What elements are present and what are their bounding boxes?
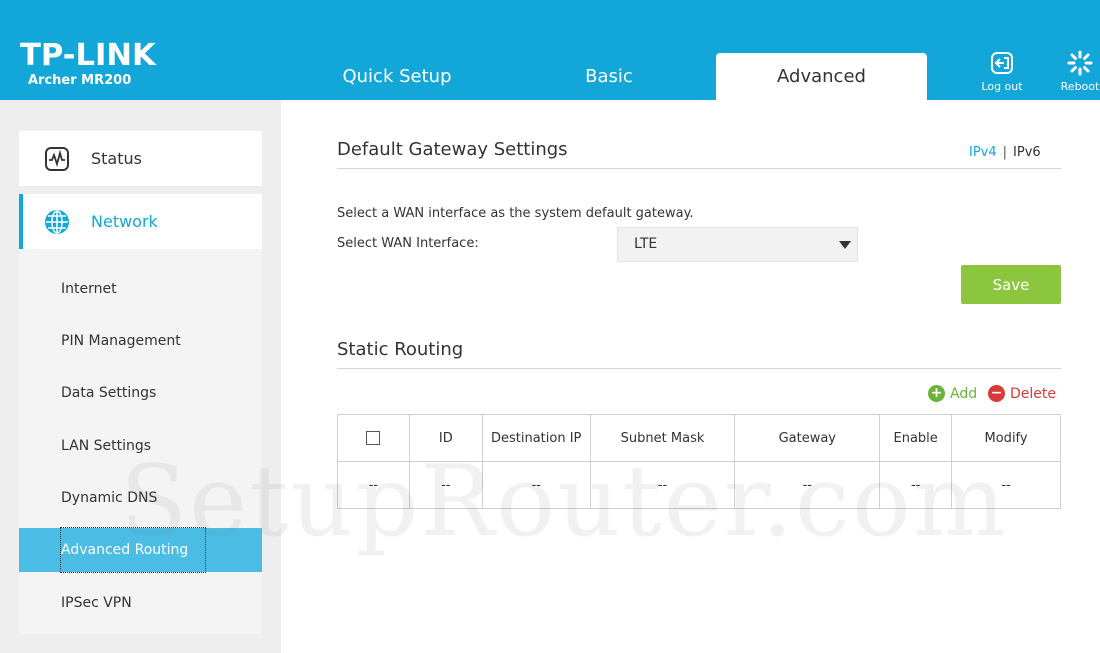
tab-basic[interactable]: Basic (504, 53, 714, 100)
logout-button[interactable]: Log out (972, 50, 1032, 93)
minus-icon: − (988, 385, 1005, 402)
table-cell: -- (951, 461, 1061, 509)
column-header: Modify (951, 414, 1061, 462)
pulse-icon (43, 145, 71, 173)
top-header: TP-LINK Archer MR200 Quick Setup Basic A… (0, 0, 1100, 100)
reboot-button[interactable]: Reboot (1050, 50, 1100, 93)
select-all-cell (337, 414, 410, 462)
table-header-row: ID Destination IP Subnet Mask Gateway En… (337, 414, 1061, 462)
tab-quick-setup[interactable]: Quick Setup (292, 53, 502, 100)
save-button[interactable]: Save (961, 265, 1061, 304)
sidebar-item-ipsec-vpn[interactable]: IPSec VPN (19, 581, 262, 625)
logout-label: Log out (981, 80, 1023, 93)
brand: TP-LINK Archer MR200 (20, 38, 156, 89)
sidebar-item-label: Advanced Routing (60, 527, 206, 573)
sidebar-item-lan-settings[interactable]: LAN Settings (19, 424, 262, 468)
table-cell: -- (481, 461, 591, 509)
sidebar-item-network[interactable]: Network (19, 194, 262, 249)
sidebar-item-label: Status (91, 149, 142, 168)
wan-interface-value: LTE (634, 236, 658, 252)
table-row: -- -- -- -- -- -- -- (337, 461, 1061, 509)
network-submenu: Internet PIN Management Data Settings LA… (19, 249, 262, 634)
column-header: Subnet Mask (589, 414, 736, 462)
sidebar-item-status[interactable]: Status (19, 131, 262, 186)
add-button[interactable]: + Add (928, 385, 977, 402)
ipv4-link[interactable]: IPv4 (969, 145, 997, 160)
sidebar-item-data-settings[interactable]: Data Settings (19, 371, 262, 415)
sidebar-item-pin-management[interactable]: PIN Management (19, 319, 262, 363)
gateway-description: Select a WAN interface as the system def… (337, 206, 694, 221)
reboot-label: Reboot (1060, 80, 1100, 93)
ipv6-link[interactable]: IPv6 (1013, 145, 1041, 160)
divider (337, 168, 1061, 169)
delete-label: Delete (1010, 385, 1056, 402)
ip-version-switch: IPv4 | IPv6 (969, 145, 1041, 160)
sidebar-item-advanced-routing[interactable]: Advanced Routing (19, 527, 262, 573)
reboot-icon (1067, 50, 1093, 76)
column-header: Enable (879, 414, 953, 462)
sidebar-item-dynamic-dns[interactable]: Dynamic DNS (19, 476, 262, 520)
wan-interface-label: Select WAN Interface: (337, 236, 479, 251)
table-cell: -- (734, 461, 881, 509)
add-label: Add (950, 385, 978, 402)
brand-logo: TP-LINK (20, 38, 156, 73)
select-all-checkbox[interactable] (366, 431, 381, 445)
gateway-section-title: Default Gateway Settings (337, 139, 568, 160)
table-cell: -- (879, 461, 953, 509)
column-header: ID (408, 414, 483, 462)
logout-icon (991, 52, 1013, 74)
table-cell: -- (337, 461, 410, 509)
caret-down-icon (839, 241, 851, 249)
divider (337, 368, 1061, 369)
wan-interface-select[interactable]: LTE (617, 227, 858, 262)
table-cell: -- (408, 461, 483, 509)
tab-advanced[interactable]: Advanced (716, 53, 927, 100)
static-routing-title: Static Routing (337, 339, 464, 360)
static-routes-table: ID Destination IP Subnet Mask Gateway En… (337, 414, 1061, 509)
table-cell: -- (589, 461, 736, 509)
sidebar-item-internet[interactable]: Internet (19, 267, 262, 311)
ip-separator: | (1002, 145, 1008, 160)
delete-button[interactable]: − Delete (988, 385, 1056, 402)
plus-icon: + (928, 385, 945, 402)
globe-icon (43, 208, 71, 236)
column-header: Gateway (734, 414, 881, 462)
model-name: Archer MR200 (28, 73, 132, 88)
sidebar-item-label: Network (91, 212, 158, 231)
column-header: Destination IP (481, 414, 591, 462)
